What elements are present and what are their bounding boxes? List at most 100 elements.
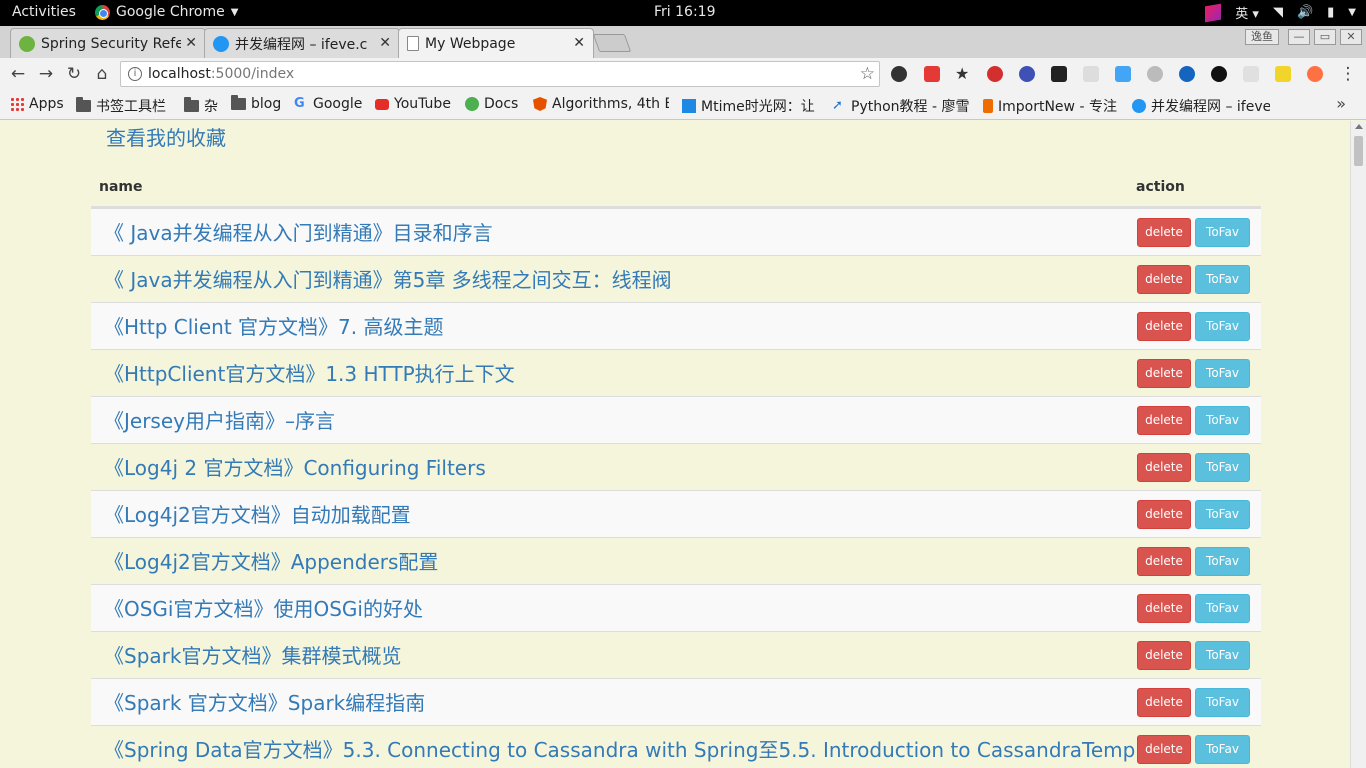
tofav-button[interactable]: ToFav xyxy=(1195,547,1250,576)
tray-app-icon[interactable] xyxy=(1205,3,1222,22)
bookmark-python[interactable]: ➚ Python教程 - 廖雪 xyxy=(832,96,970,116)
tofav-button[interactable]: ToFav xyxy=(1195,735,1250,764)
orange-extension-icon[interactable] xyxy=(1307,66,1323,82)
bookmark-youtube[interactable]: YouTube xyxy=(375,96,451,112)
delete-button[interactable]: delete xyxy=(1137,312,1191,341)
new-tab-button[interactable] xyxy=(592,34,632,52)
tofav-button[interactable]: ToFav xyxy=(1195,359,1250,388)
tab-title: 并发编程网 – ifeve.c xyxy=(235,36,368,53)
bookmark-algorithms[interactable]: Algorithms, 4th E xyxy=(533,96,669,112)
input-method-indicator[interactable]: 英 ▾ xyxy=(1235,3,1259,22)
delete-button[interactable]: delete xyxy=(1137,406,1191,435)
home-icon[interactable]: ⌂ xyxy=(92,64,112,84)
bookmark-star-icon[interactable]: ☆ xyxy=(860,64,875,84)
reload-icon[interactable]: ↻ xyxy=(64,64,84,84)
tofav-button[interactable]: ToFav xyxy=(1195,594,1250,623)
light-extension-icon[interactable] xyxy=(1243,66,1259,82)
app-menu[interactable]: Google Chrome ▼ xyxy=(95,4,238,20)
delete-button[interactable]: delete xyxy=(1137,500,1191,529)
close-window-button[interactable]: ✕ xyxy=(1340,29,1362,45)
tofav-button[interactable]: ToFav xyxy=(1195,641,1250,670)
tab-title: Spring Security Refe xyxy=(41,35,181,52)
vertical-scrollbar[interactable] xyxy=(1350,121,1366,768)
tab-spring-security[interactable]: Spring Security Refe ✕ xyxy=(10,28,206,58)
bookmark-google[interactable]: G Google xyxy=(294,96,362,112)
cloud-extension-icon[interactable] xyxy=(1147,66,1163,82)
browser-toolbar: ← → ↻ ⌂ i localhost:5000/index ☆ ★ ⋮ xyxy=(0,58,1366,90)
address-bar[interactable]: i localhost:5000/index ☆ xyxy=(120,61,880,87)
tofav-button[interactable]: ToFav xyxy=(1195,265,1250,294)
bookmark-ifeve[interactable]: 并发编程网 – ifeve xyxy=(1132,96,1270,116)
profile-button[interactable]: 逸鱼 xyxy=(1245,29,1279,45)
bookmark-folder-misc[interactable]: 杂 xyxy=(184,96,218,116)
delete-button[interactable]: delete xyxy=(1137,641,1191,670)
scroll-up-icon[interactable] xyxy=(1355,124,1363,129)
delete-button[interactable]: delete xyxy=(1137,359,1191,388)
bookmark-docs[interactable]: Docs xyxy=(465,96,518,112)
favorite-link[interactable]: 《OSGi官方文档》使用OSGi的好处 xyxy=(104,593,423,622)
back-arrow-icon[interactable]: ← xyxy=(8,64,28,84)
tofav-button[interactable]: ToFav xyxy=(1195,312,1250,341)
favorite-link[interactable]: 《Log4j2官方文档》Appenders配置 xyxy=(104,546,438,575)
tab-my-webpage[interactable]: My Webpage ✕ xyxy=(398,28,594,58)
favorite-link[interactable]: 《 Java并发编程从入门到精通》目录和序言 xyxy=(104,217,493,246)
info-icon[interactable]: i xyxy=(128,67,142,81)
favorite-link[interactable]: 《HttpClient官方文档》1.3 HTTP执行上下文 xyxy=(104,358,515,387)
dark-extension-icon[interactable] xyxy=(1211,66,1227,82)
activities-button[interactable]: Activities xyxy=(12,4,76,20)
forward-arrow-icon[interactable]: → xyxy=(36,64,56,84)
bookmark-apps[interactable]: Apps xyxy=(10,96,64,112)
table-row: 《Spark 官方文档》Spark编程指南 delete ToFav xyxy=(91,678,1261,725)
bookmark-folder-blog[interactable]: blog xyxy=(231,95,281,112)
globe-extension-icon[interactable] xyxy=(1179,66,1195,82)
favorite-link[interactable]: 《 Java并发编程从入门到精通》第5章 多线程之间交互：线程阀 xyxy=(104,264,672,293)
moon-extension-icon[interactable] xyxy=(891,66,907,82)
favorite-link[interactable]: 《Spark官方文档》集群模式概览 xyxy=(104,640,401,669)
favorite-link[interactable]: 《Http Client 官方文档》7. 高级主题 xyxy=(104,311,443,340)
red-extension-icon[interactable] xyxy=(924,66,940,82)
delete-button[interactable]: delete xyxy=(1137,265,1191,294)
tofav-button[interactable]: ToFav xyxy=(1195,406,1250,435)
page-title-link[interactable]: 查看我的收藏 xyxy=(106,122,226,151)
system-tray[interactable]: 英 ▾ ◥ 🔊 ▮ ▼ xyxy=(1205,3,1356,22)
adblock-icon[interactable] xyxy=(987,66,1003,82)
favorite-link[interactable]: 《Jersey用户指南》–序言 xyxy=(104,405,335,434)
bookmark-importnew[interactable]: ImportNew - 专注 xyxy=(983,96,1119,116)
gray-extension-icon[interactable] xyxy=(1083,66,1099,82)
clock[interactable]: Fri 16:19 xyxy=(654,4,715,20)
tofav-button[interactable]: ToFav xyxy=(1195,453,1250,482)
tab-strip: Spring Security Refe ✕ 并发编程网 – ifeve.c ✕… xyxy=(0,26,1366,58)
js-extension-icon[interactable] xyxy=(1275,66,1291,82)
chrome-icon xyxy=(95,4,110,20)
star-extension-icon[interactable]: ★ xyxy=(955,66,971,82)
delete-button[interactable]: delete xyxy=(1137,735,1191,764)
tab-ifeve[interactable]: 并发编程网 – ifeve.c ✕ xyxy=(204,28,400,58)
delete-button[interactable]: delete xyxy=(1137,594,1191,623)
scrollbar-thumb[interactable] xyxy=(1354,136,1363,166)
delete-button[interactable]: delete xyxy=(1137,453,1191,482)
tofav-button[interactable]: ToFav xyxy=(1195,688,1250,717)
favorite-link[interactable]: 《Log4j2官方文档》自动加载配置 xyxy=(104,499,411,528)
bookmark-folder-toolbar[interactable]: 书签工具栏 xyxy=(76,96,166,116)
translate-extension-icon[interactable] xyxy=(1019,66,1035,82)
tab-title: My Webpage xyxy=(425,35,516,52)
tampermonkey-icon[interactable] xyxy=(1051,66,1067,82)
delete-button[interactable]: delete xyxy=(1137,688,1191,717)
menu-dots-icon[interactable]: ⋮ xyxy=(1338,64,1358,84)
youtube-icon xyxy=(375,98,389,110)
favorite-link[interactable]: 《Spring Data官方文档》5.3. Connecting to Cass… xyxy=(104,734,1173,763)
delete-button[interactable]: delete xyxy=(1137,218,1191,247)
close-icon[interactable]: ✕ xyxy=(379,35,391,51)
blue-extension-icon[interactable] xyxy=(1115,66,1131,82)
maximize-button[interactable]: ▭ xyxy=(1314,29,1336,45)
favorite-link[interactable]: 《Log4j 2 官方文档》Configuring Filters xyxy=(104,452,486,481)
close-icon[interactable]: ✕ xyxy=(185,35,197,51)
bookmark-mtime[interactable]: Mtime时光网：让 xyxy=(682,96,818,116)
tofav-button[interactable]: ToFav xyxy=(1195,218,1250,247)
close-icon[interactable]: ✕ xyxy=(573,35,585,51)
delete-button[interactable]: delete xyxy=(1137,547,1191,576)
minimize-button[interactable]: — xyxy=(1288,29,1310,45)
favorite-link[interactable]: 《Spark 官方文档》Spark编程指南 xyxy=(104,687,425,716)
tofav-button[interactable]: ToFav xyxy=(1195,500,1250,529)
more-bookmarks-icon[interactable]: » xyxy=(1336,94,1346,113)
